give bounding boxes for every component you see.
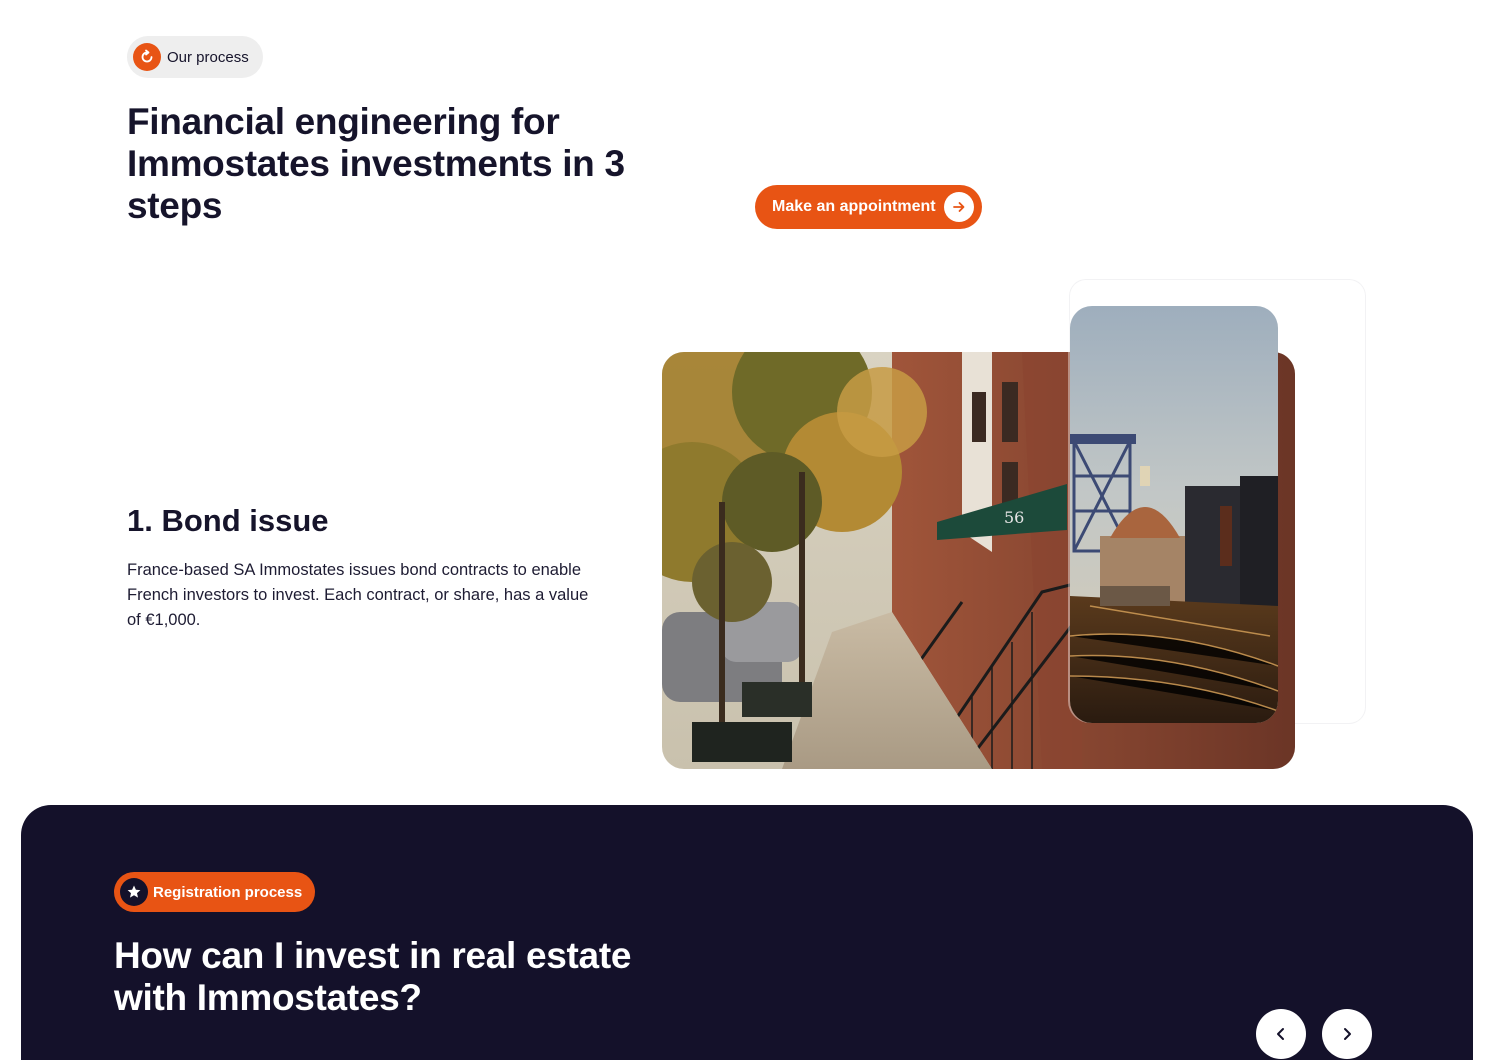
chevron-right-icon	[1339, 1026, 1355, 1042]
process-badge: Our process	[127, 36, 263, 78]
process-badge-label: Our process	[167, 48, 249, 66]
bridge-skyline-image	[1070, 306, 1278, 723]
page-title: Financial engineering for Immostates inv…	[127, 101, 625, 226]
registration-badge-label: Registration process	[153, 883, 303, 901]
make-appointment-label: Make an appointment	[772, 198, 936, 215]
star-icon	[120, 878, 148, 906]
refresh-icon	[133, 43, 161, 71]
arrow-right-icon	[944, 192, 974, 222]
chevron-left-icon	[1273, 1026, 1289, 1042]
registration-section	[21, 805, 1473, 1060]
awning-number: 56	[1004, 508, 1024, 527]
page: Our process Financial engineering for Im…	[0, 0, 1500, 1060]
step-description: France-based SA Immostates issues bond c…	[127, 561, 589, 629]
make-appointment-button[interactable]: Make an appointment	[755, 185, 982, 229]
carousel-prev-button[interactable]	[1256, 1009, 1306, 1059]
registration-badge: Registration process	[114, 872, 316, 912]
registration-title: How can I invest in real estate with Imm…	[114, 935, 632, 1018]
step-title: 1. Bond issue	[127, 503, 329, 538]
carousel-next-button[interactable]	[1322, 1009, 1372, 1059]
